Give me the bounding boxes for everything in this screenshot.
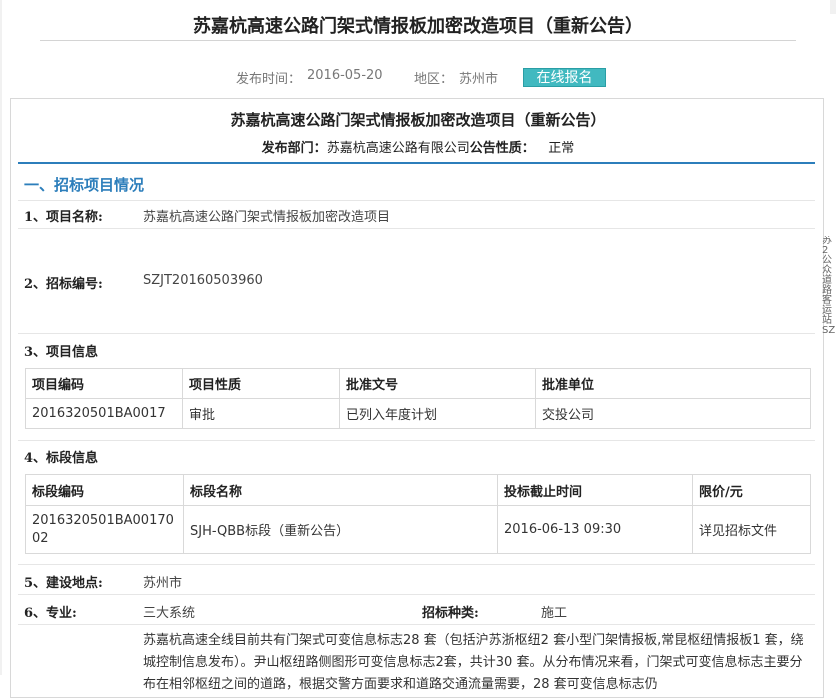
table-cell: 2016320501BA0017002 <box>25 505 184 554</box>
table-header: 标段名称 <box>183 474 498 506</box>
table-cell: SJH-QBB标段（重新公告） <box>183 505 498 554</box>
major-label: 6、专业: <box>24 606 77 621</box>
title-divider <box>40 40 796 41</box>
project-info-label: 3、项目信息 <box>24 345 99 360</box>
project-info-table: 项目编码 项目性质 批准文号 批准单位 2016320501BA0017 审批 … <box>25 368 811 429</box>
site-label: 5、建设地点: <box>24 576 103 591</box>
page-title: 苏嘉杭高速公路门架式情报板加密改造项目（重新公告） <box>193 16 643 37</box>
table-header: 项目性质 <box>182 368 340 399</box>
tender-no-value: SZJT20160503960 <box>143 273 263 288</box>
row-divider <box>18 228 815 229</box>
section-divider <box>18 162 815 164</box>
online-signup-button[interactable]: 在线报名 <box>523 68 606 87</box>
notice-department: 发布部门：苏嘉杭高速公路有限公司公告性质： 正常 <box>0 137 836 156</box>
table-header: 批准文号 <box>339 368 536 399</box>
region-value: 苏州市 <box>459 72 499 87</box>
site-value: 苏州市 <box>143 576 183 591</box>
lot-info-table: 标段编码 标段名称 投标截止时间 限价/元 2016320501BA001700… <box>25 474 811 554</box>
row-divider <box>18 594 815 595</box>
row-divider <box>18 624 815 625</box>
tender-type-value: 施工 <box>541 606 568 621</box>
lot-info-label: 4、标段信息 <box>24 451 99 466</box>
nature-value: 正常 <box>548 141 575 156</box>
region-label: 地区： <box>414 72 454 87</box>
table-cell: 2016-06-13 09:30 <box>497 505 693 554</box>
publish-time-label: 发布时间： <box>236 72 302 87</box>
table-cell: 详见招标文件 <box>692 505 811 554</box>
publish-time-value: 2016-05-20 <box>307 68 383 83</box>
table-header-row: 标段编码 标段名称 投标截止时间 限价/元 <box>25 474 811 506</box>
tender-no-label: 2、招标编号: <box>24 277 103 292</box>
nature-label: 公告性质： <box>469 141 535 156</box>
table-cell: 2016320501BA0017 <box>25 398 183 429</box>
table-cell: 审批 <box>182 398 340 429</box>
project-description: 苏嘉杭高速全线目前共有门架式可变信息标志28 套（包括沪苏浙枢纽2 套小型门架情… <box>143 633 804 692</box>
table-header: 限价/元 <box>692 474 811 506</box>
major-value: 三大系统 <box>143 606 196 621</box>
side-floating-text[interactable]: 苏2公众道路客运站SZ <box>822 236 836 354</box>
table-cell: 交投公司 <box>535 398 811 429</box>
left-edge <box>0 0 2 675</box>
project-name-label: 1、项目名称: <box>24 210 103 225</box>
table-header: 标段编码 <box>25 474 184 506</box>
dept-label: 发布部门： <box>261 141 327 156</box>
table-cell: 已列入年度计划 <box>339 398 536 429</box>
row-divider <box>18 440 815 441</box>
row-divider <box>18 200 815 201</box>
dept-value: 苏嘉杭高速公路有限公司 <box>326 141 470 156</box>
notice-title: 苏嘉杭高速公路门架式情报板加密改造项目（重新公告） <box>230 111 606 129</box>
table-header: 项目编码 <box>25 368 183 399</box>
table-row: 2016320501BA0017002 SJH-QBB标段（重新公告） 2016… <box>25 505 811 554</box>
tender-type-label: 招标种类: <box>422 606 479 621</box>
table-header: 投标截止时间 <box>497 474 693 506</box>
table-header-row: 项目编码 项目性质 批准文号 批准单位 <box>25 368 811 399</box>
row-divider <box>18 564 815 565</box>
meta-bar: 发布时间： 2016-05-20 地区： 苏州市 <box>0 68 836 88</box>
table-header: 批准单位 <box>535 368 811 399</box>
row-divider <box>18 333 815 334</box>
table-row: 2016320501BA0017 审批 已列入年度计划 交投公司 <box>25 398 811 429</box>
section-heading: 一、招标项目情况 <box>24 176 145 194</box>
project-name-value: 苏嘉杭高速公路门架式情报板加密改造项目 <box>143 210 391 225</box>
